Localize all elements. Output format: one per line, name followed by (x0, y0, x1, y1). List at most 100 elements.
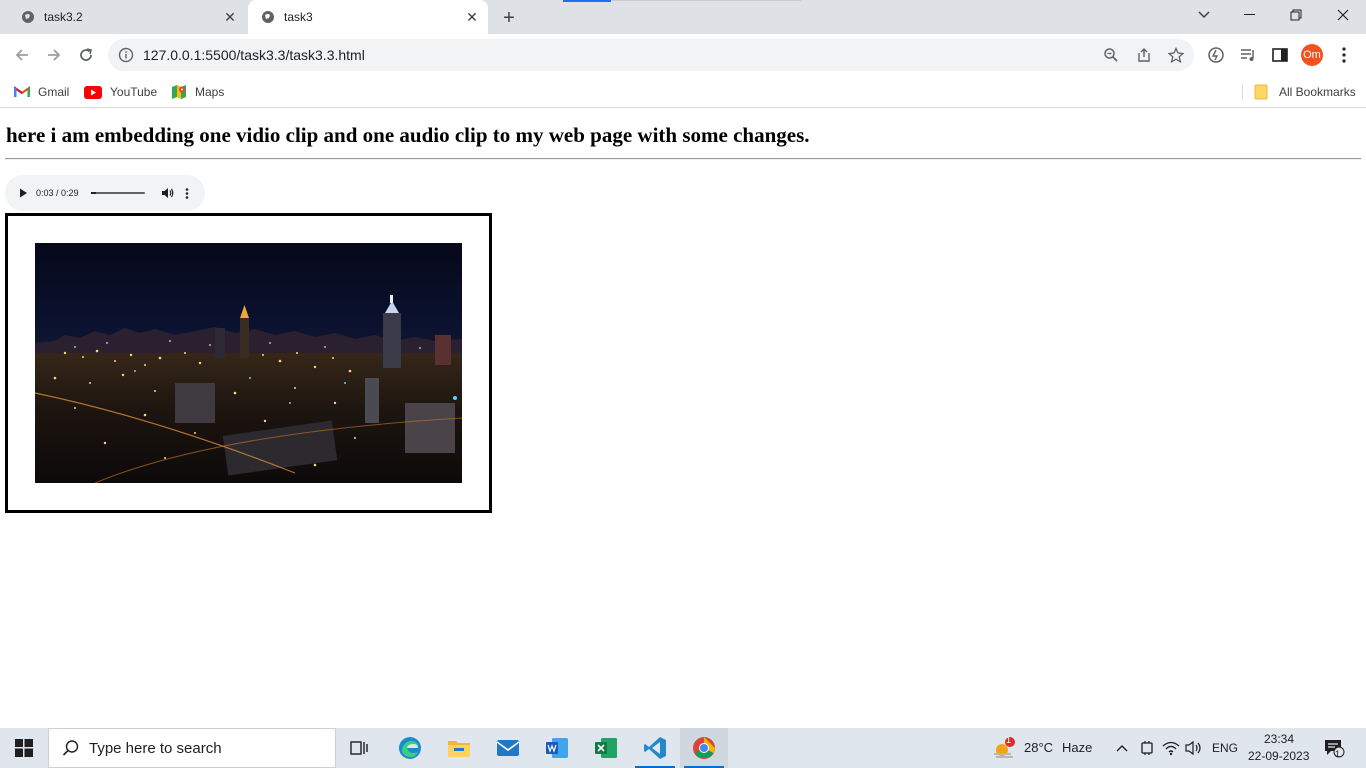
edge-icon (399, 737, 421, 759)
play-icon[interactable] (17, 187, 29, 199)
word-app[interactable] (533, 728, 581, 768)
bookmark-label: YouTube (110, 85, 158, 99)
audio-seek-bar[interactable] (91, 192, 145, 194)
chrome-app[interactable] (680, 728, 728, 768)
start-button[interactable] (0, 728, 48, 768)
maps-icon (171, 84, 187, 100)
volume-icon[interactable] (1184, 738, 1204, 758)
bookmarks-separator (1242, 84, 1243, 100)
folder-icon (1253, 84, 1269, 100)
mail-icon (496, 740, 520, 756)
more-options-icon[interactable] (181, 186, 193, 200)
close-window-button[interactable] (1320, 0, 1366, 30)
back-arrow-icon (15, 49, 28, 61)
tab-strip-divider (611, 0, 801, 1)
chevron-down-icon (1198, 11, 1210, 19)
page-heading: here i am embedding one vidio clip and o… (6, 123, 810, 147)
file-explorer-app[interactable] (435, 728, 483, 768)
reload-button[interactable] (72, 41, 100, 69)
video-player[interactable] (35, 243, 462, 483)
vscode-icon (644, 737, 666, 759)
notification-icon[interactable] (1322, 738, 1346, 758)
device-icon[interactable] (1137, 738, 1157, 758)
bookmark-gmail[interactable]: Gmail (14, 82, 69, 102)
chrome-icon (693, 737, 715, 759)
restore-button[interactable] (1273, 0, 1319, 30)
word-icon (546, 738, 568, 758)
site-info-icon[interactable] (118, 47, 134, 63)
vscode-app[interactable] (631, 728, 679, 768)
youtube-icon (84, 84, 102, 100)
weather-temp[interactable]: 28°C (1024, 740, 1053, 755)
search-icon (61, 738, 81, 758)
minimize-button[interactable] (1227, 0, 1273, 30)
weather-condition[interactable]: Haze (1062, 740, 1092, 755)
address-bar[interactable]: 127.0.0.1:5500/task3.3/task3.3.html (108, 39, 1194, 71)
audio-progress-fill (91, 192, 97, 194)
restore-icon (1290, 9, 1302, 21)
edge-app[interactable] (386, 728, 434, 768)
horizontal-rule (5, 158, 1361, 160)
tab-search-indicator (563, 0, 611, 2)
bookmark-star-icon[interactable] (1166, 45, 1186, 65)
close-icon[interactable]: ✕ (462, 7, 482, 27)
wifi-icon[interactable] (1161, 738, 1181, 758)
tab-task3[interactable]: task3 ✕ (248, 0, 488, 34)
audio-time: 0:03 / 0:29 (36, 188, 79, 198)
language-indicator[interactable]: ENG (1212, 741, 1238, 755)
folder-icon (448, 741, 470, 757)
clock-date[interactable]: 22-09-2023 (1248, 749, 1309, 763)
globe-icon (20, 9, 36, 25)
share-icon[interactable] (1134, 45, 1154, 65)
profile-avatar[interactable]: Om (1301, 44, 1323, 66)
bookmark-youtube[interactable]: YouTube (84, 82, 157, 102)
gmail-icon (14, 84, 30, 100)
bookmark-label: Maps (195, 85, 225, 99)
volume-icon[interactable] (160, 186, 174, 200)
side-panel-icon[interactable] (1270, 45, 1290, 65)
zoom-icon[interactable] (1101, 45, 1121, 65)
back-button[interactable] (8, 41, 36, 69)
tab-title: task3.2 (44, 10, 83, 24)
bookmarks-bar: Gmail YouTube Maps All Bookmarks (0, 76, 1366, 108)
media-control-icon[interactable] (1238, 45, 1258, 65)
tab-search-button[interactable] (1181, 0, 1227, 30)
tab-strip: task3.2 ✕ task3 ✕ + (0, 0, 1366, 34)
bookmark-maps[interactable]: Maps (171, 82, 224, 102)
bookmark-label: Gmail (38, 85, 70, 99)
extension-icon[interactable] (1206, 45, 1226, 65)
windows-logo-icon (15, 739, 33, 757)
excel-icon (595, 738, 617, 758)
notification-count: 1 (1335, 749, 1341, 759)
task-view-button[interactable] (336, 728, 384, 768)
search-placeholder: Type here to search (89, 739, 222, 757)
city-skyline-image (35, 243, 462, 483)
audio-player[interactable]: 0:03 / 0:29 (5, 175, 205, 211)
forward-arrow-icon (48, 49, 61, 61)
task-view-icon (350, 741, 368, 755)
minimize-icon (1244, 14, 1255, 15)
new-tab-button[interactable]: + (498, 7, 520, 29)
weather-icon[interactable] (991, 736, 1017, 760)
chevron-up-icon[interactable] (1112, 738, 1132, 758)
web-page: here i am embedding one vidio clip and o… (0, 109, 1366, 728)
tab-title: task3 (284, 10, 313, 24)
forward-button[interactable] (40, 41, 68, 69)
globe-icon (260, 9, 276, 25)
windows-taskbar: Type here to search 1 28°C Haze ENG 23:3… (0, 728, 1366, 768)
taskbar-search[interactable]: Type here to search (48, 728, 336, 768)
url-text[interactable]: 127.0.0.1:5500/task3.3/task3.3.html (143, 47, 365, 63)
menu-icon[interactable] (1334, 45, 1354, 65)
close-icon[interactable]: ✕ (220, 7, 240, 27)
video-container (5, 213, 492, 513)
all-bookmarks-label: All Bookmarks (1279, 85, 1356, 99)
mail-app[interactable] (484, 728, 532, 768)
all-bookmarks-button[interactable]: All Bookmarks (1253, 82, 1356, 102)
excel-app[interactable] (582, 728, 630, 768)
browser-toolbar: 127.0.0.1:5500/task3.3/task3.3.html Om (0, 34, 1366, 76)
close-icon (1337, 9, 1349, 21)
weather-badge: 1 (1006, 735, 1012, 745)
tab-task3-2[interactable]: task3.2 ✕ (8, 0, 246, 34)
clock-time[interactable]: 23:34 (1264, 732, 1294, 746)
reload-icon (80, 48, 92, 61)
